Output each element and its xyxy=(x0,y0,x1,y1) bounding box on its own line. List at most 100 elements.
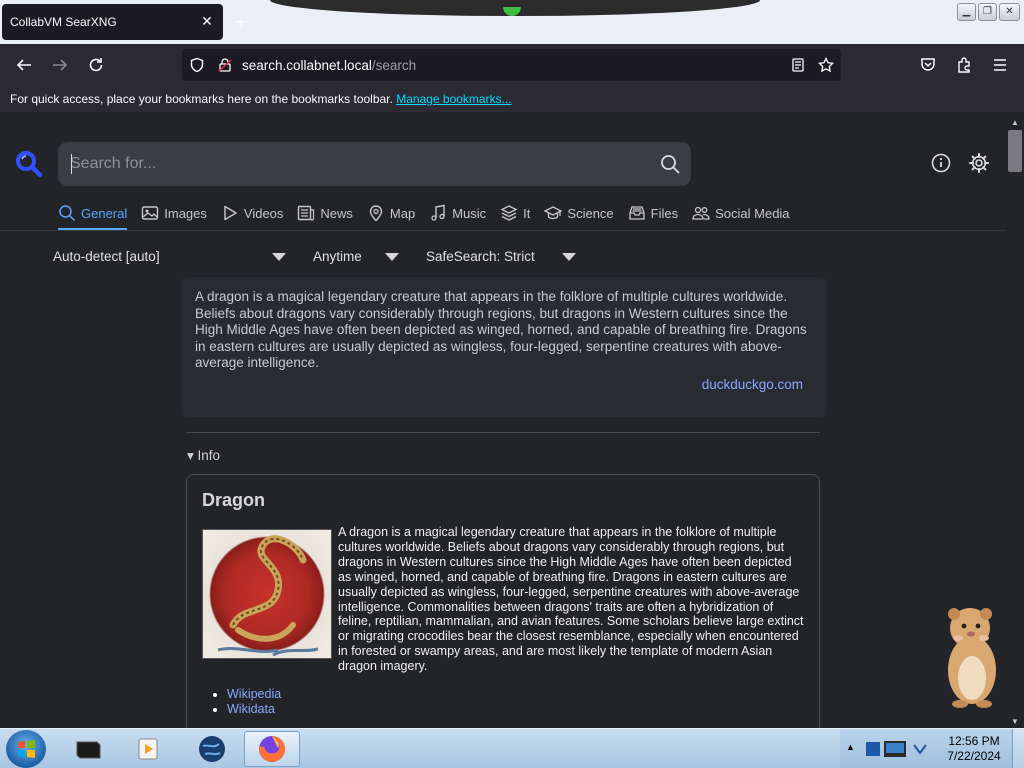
tab-label: Science xyxy=(567,205,614,221)
safesearch-select[interactable]: SafeSearch: Strict xyxy=(426,249,576,264)
list-item: Wikipedia xyxy=(227,687,281,701)
windows-logo-icon xyxy=(18,740,35,758)
map-pin-icon xyxy=(369,205,383,222)
hamster-mascot-icon xyxy=(948,608,996,708)
text-caret xyxy=(71,154,72,174)
search-submit-icon[interactable] xyxy=(659,153,681,175)
tab-close-icon[interactable]: ✕ xyxy=(199,13,215,29)
tab-title: CollabVM SearXNG xyxy=(10,15,117,29)
taskbar-globe[interactable] xyxy=(184,731,240,767)
clock-date: 7/22/2024 xyxy=(947,749,1001,763)
chevron-down-icon xyxy=(272,252,286,261)
tab-science[interactable]: Science xyxy=(544,204,614,228)
infobox-text: A dragon is a magical legendary creature… xyxy=(338,525,804,674)
infobox: Dragon A dragon is a magical legendary c… xyxy=(186,474,820,728)
file-tray-icon xyxy=(629,206,645,220)
show-desktop-button[interactable] xyxy=(1012,729,1024,768)
tab-general[interactable]: General xyxy=(58,204,128,230)
wikipedia-link[interactable]: Wikipedia xyxy=(227,687,281,701)
reload-icon[interactable] xyxy=(85,54,107,76)
start-button[interactable] xyxy=(6,730,46,768)
dragon-image xyxy=(202,529,332,659)
info-toggle[interactable]: ▾ Info xyxy=(187,448,220,464)
search-filters: Auto-detect [auto] Anytime SafeSearch: S… xyxy=(53,249,576,264)
close-window-button[interactable]: ✕ xyxy=(999,3,1020,21)
chevron-down-icon xyxy=(385,252,399,261)
scroll-down-icon[interactable]: ▼ xyxy=(1011,717,1019,726)
search-icon xyxy=(59,205,76,222)
back-icon[interactable] xyxy=(13,54,35,76)
browser-navbar: search.collabnet.local/search xyxy=(0,44,1024,86)
taskbar-media-player[interactable] xyxy=(120,731,176,767)
lock-insecure-icon[interactable] xyxy=(216,56,234,74)
safesearch-value: SafeSearch: Strict xyxy=(426,249,535,264)
restore-button[interactable]: ❐ xyxy=(978,3,997,21)
extensions-icon[interactable] xyxy=(953,54,975,76)
url-path: /search xyxy=(371,58,417,73)
time-range-value: Anytime xyxy=(313,249,362,264)
instant-answer: A dragon is a magical legendary creature… xyxy=(181,277,827,417)
tab-label: Files xyxy=(650,205,679,221)
tab-music[interactable]: Music xyxy=(429,204,486,228)
pocket-icon[interactable] xyxy=(917,54,939,76)
settings-gear-icon[interactable] xyxy=(968,152,990,174)
tray-icons[interactable] xyxy=(864,737,934,761)
list-item: Wikidata xyxy=(227,702,281,716)
info-icon[interactable] xyxy=(930,152,952,174)
image-icon xyxy=(142,206,159,220)
play-icon xyxy=(224,205,237,221)
browser-tab[interactable]: CollabVM SearXNG ✕ xyxy=(2,4,223,40)
page-scrollbar[interactable]: ▲ ▼ xyxy=(1006,112,1024,728)
shield-icon[interactable] xyxy=(188,56,206,74)
minimize-button[interactable]: ▁ xyxy=(957,3,976,21)
tab-it[interactable]: It xyxy=(500,204,530,228)
forward-icon[interactable] xyxy=(49,54,71,76)
globe-icon xyxy=(199,736,225,762)
new-tab-icon[interactable]: + xyxy=(236,13,247,31)
tab-label: General xyxy=(81,205,128,221)
scroll-thumb[interactable] xyxy=(1008,130,1022,172)
search-input[interactable] xyxy=(70,152,630,176)
wikidata-link[interactable]: Wikidata xyxy=(227,702,275,716)
search-box xyxy=(58,142,691,186)
tab-videos[interactable]: Videos xyxy=(221,204,284,228)
menu-icon[interactable] xyxy=(989,54,1011,76)
tab-label: Images xyxy=(164,205,207,221)
browser-titlebar: CollabVM SearXNG ✕ + ▁ ❐ ✕ xyxy=(0,0,1024,44)
address-bar[interactable]: search.collabnet.local/search xyxy=(182,49,841,81)
infobox-links: Wikipedia Wikidata xyxy=(227,687,281,717)
tab-map[interactable]: Map xyxy=(367,204,415,228)
people-icon xyxy=(692,206,710,220)
section-divider xyxy=(187,432,820,433)
answer-source-link[interactable]: duckduckgo.com xyxy=(702,377,803,394)
manage-bookmarks-link[interactable]: Manage bookmarks... xyxy=(396,92,511,106)
terminal-icon xyxy=(76,741,101,759)
tab-files[interactable]: Files xyxy=(628,204,678,228)
searxng-logo-icon[interactable] xyxy=(15,150,43,178)
time-range-select[interactable]: Anytime xyxy=(313,249,399,264)
searxng-page: General Images Videos News Map Music It xyxy=(0,112,1006,728)
category-divider xyxy=(0,230,1006,231)
reader-view-icon[interactable] xyxy=(789,56,807,74)
tab-label: Videos xyxy=(243,205,284,221)
taskbar-clock[interactable]: 12:56 PM 7/22/2024 xyxy=(940,734,1008,764)
url-host: search.collabnet.local xyxy=(242,58,372,73)
firefox-icon xyxy=(259,736,286,762)
tab-social-media[interactable]: Social Media xyxy=(692,204,790,228)
category-tabs: General Images Videos News Map Music It xyxy=(58,204,804,230)
bookmark-star-icon[interactable] xyxy=(817,56,835,74)
clock-time: 12:56 PM xyxy=(948,734,1000,748)
taskbar-firefox[interactable] xyxy=(244,731,300,767)
tab-label: News xyxy=(320,205,353,221)
scroll-up-icon[interactable]: ▲ xyxy=(1011,118,1019,127)
tray-overflow-icon[interactable]: ▲ xyxy=(846,742,855,752)
tab-images[interactable]: Images xyxy=(141,204,207,228)
layers-icon xyxy=(500,205,518,221)
bookmarks-toolbar: For quick access, place your bookmarks h… xyxy=(0,86,1024,112)
infobox-title: Dragon xyxy=(202,490,265,510)
bookmarks-message: For quick access, place your bookmarks h… xyxy=(10,92,393,106)
language-select[interactable]: Auto-detect [auto] xyxy=(53,249,286,264)
chevron-down-icon xyxy=(562,252,576,261)
tab-news[interactable]: News xyxy=(297,204,353,228)
taskbar-terminal[interactable] xyxy=(60,731,116,767)
